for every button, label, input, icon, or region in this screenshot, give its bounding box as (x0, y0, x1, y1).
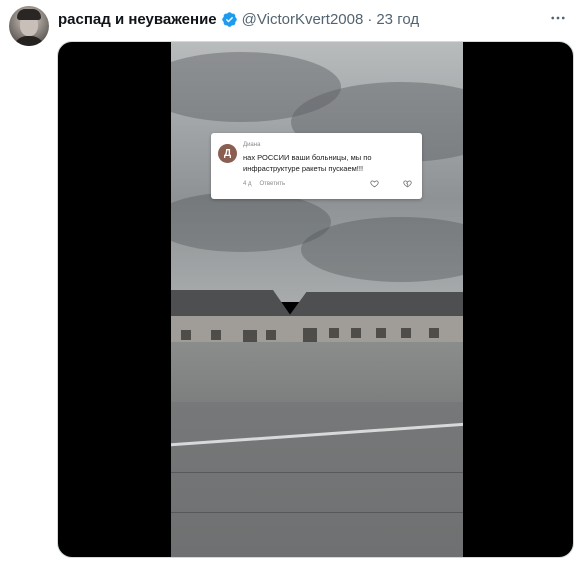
comment-text: нах РОССИИ ваши больницы, мы по инфрастр… (243, 153, 372, 173)
tweet-timestamp[interactable]: 23 год (376, 11, 419, 28)
tweet-media[interactable]: Д Диана нах РОССИИ ваши больницы, мы по … (57, 41, 574, 558)
avatar-hair-shape (17, 9, 41, 20)
building-roof (171, 290, 291, 316)
comment-avatar: Д (218, 144, 237, 163)
building-roof (289, 292, 463, 316)
comment-meta: 4 д Ответить (243, 181, 285, 187)
avatar-body-shape (13, 36, 45, 46)
separator-dot: · (367, 10, 373, 28)
more-options-icon[interactable] (546, 6, 570, 30)
verified-badge-icon (221, 11, 238, 28)
building-window (181, 330, 191, 340)
building-window (266, 330, 276, 340)
road-seam (171, 512, 463, 513)
building-window (376, 328, 386, 338)
video-frame[interactable]: Д Диана нах РОССИИ ваши больницы, мы по … (171, 42, 463, 557)
heart-icon (370, 180, 379, 188)
tweet: распад и неуважение @VictorKvert2008 · 2… (0, 0, 582, 563)
building-window (329, 328, 339, 338)
comment-author: Диана (243, 142, 261, 148)
building-window (351, 328, 361, 338)
comment-reply-label: Ответить (259, 181, 286, 187)
user-avatar[interactable] (9, 6, 49, 46)
display-name[interactable]: распад и неуважение (58, 11, 217, 28)
broken-heart-icon (403, 180, 412, 188)
comment-overlay: Д Диана нах РОССИИ ваши больницы, мы по … (211, 133, 422, 199)
user-handle[interactable]: @VictorKvert2008 (242, 11, 364, 28)
building-window (429, 328, 439, 338)
building-window (401, 328, 411, 338)
tweet-header: распад и неуважение @VictorKvert2008 · 2… (58, 8, 419, 30)
comment-age: 4 д (243, 181, 252, 187)
building-window (211, 330, 221, 340)
road-seam (171, 472, 463, 473)
